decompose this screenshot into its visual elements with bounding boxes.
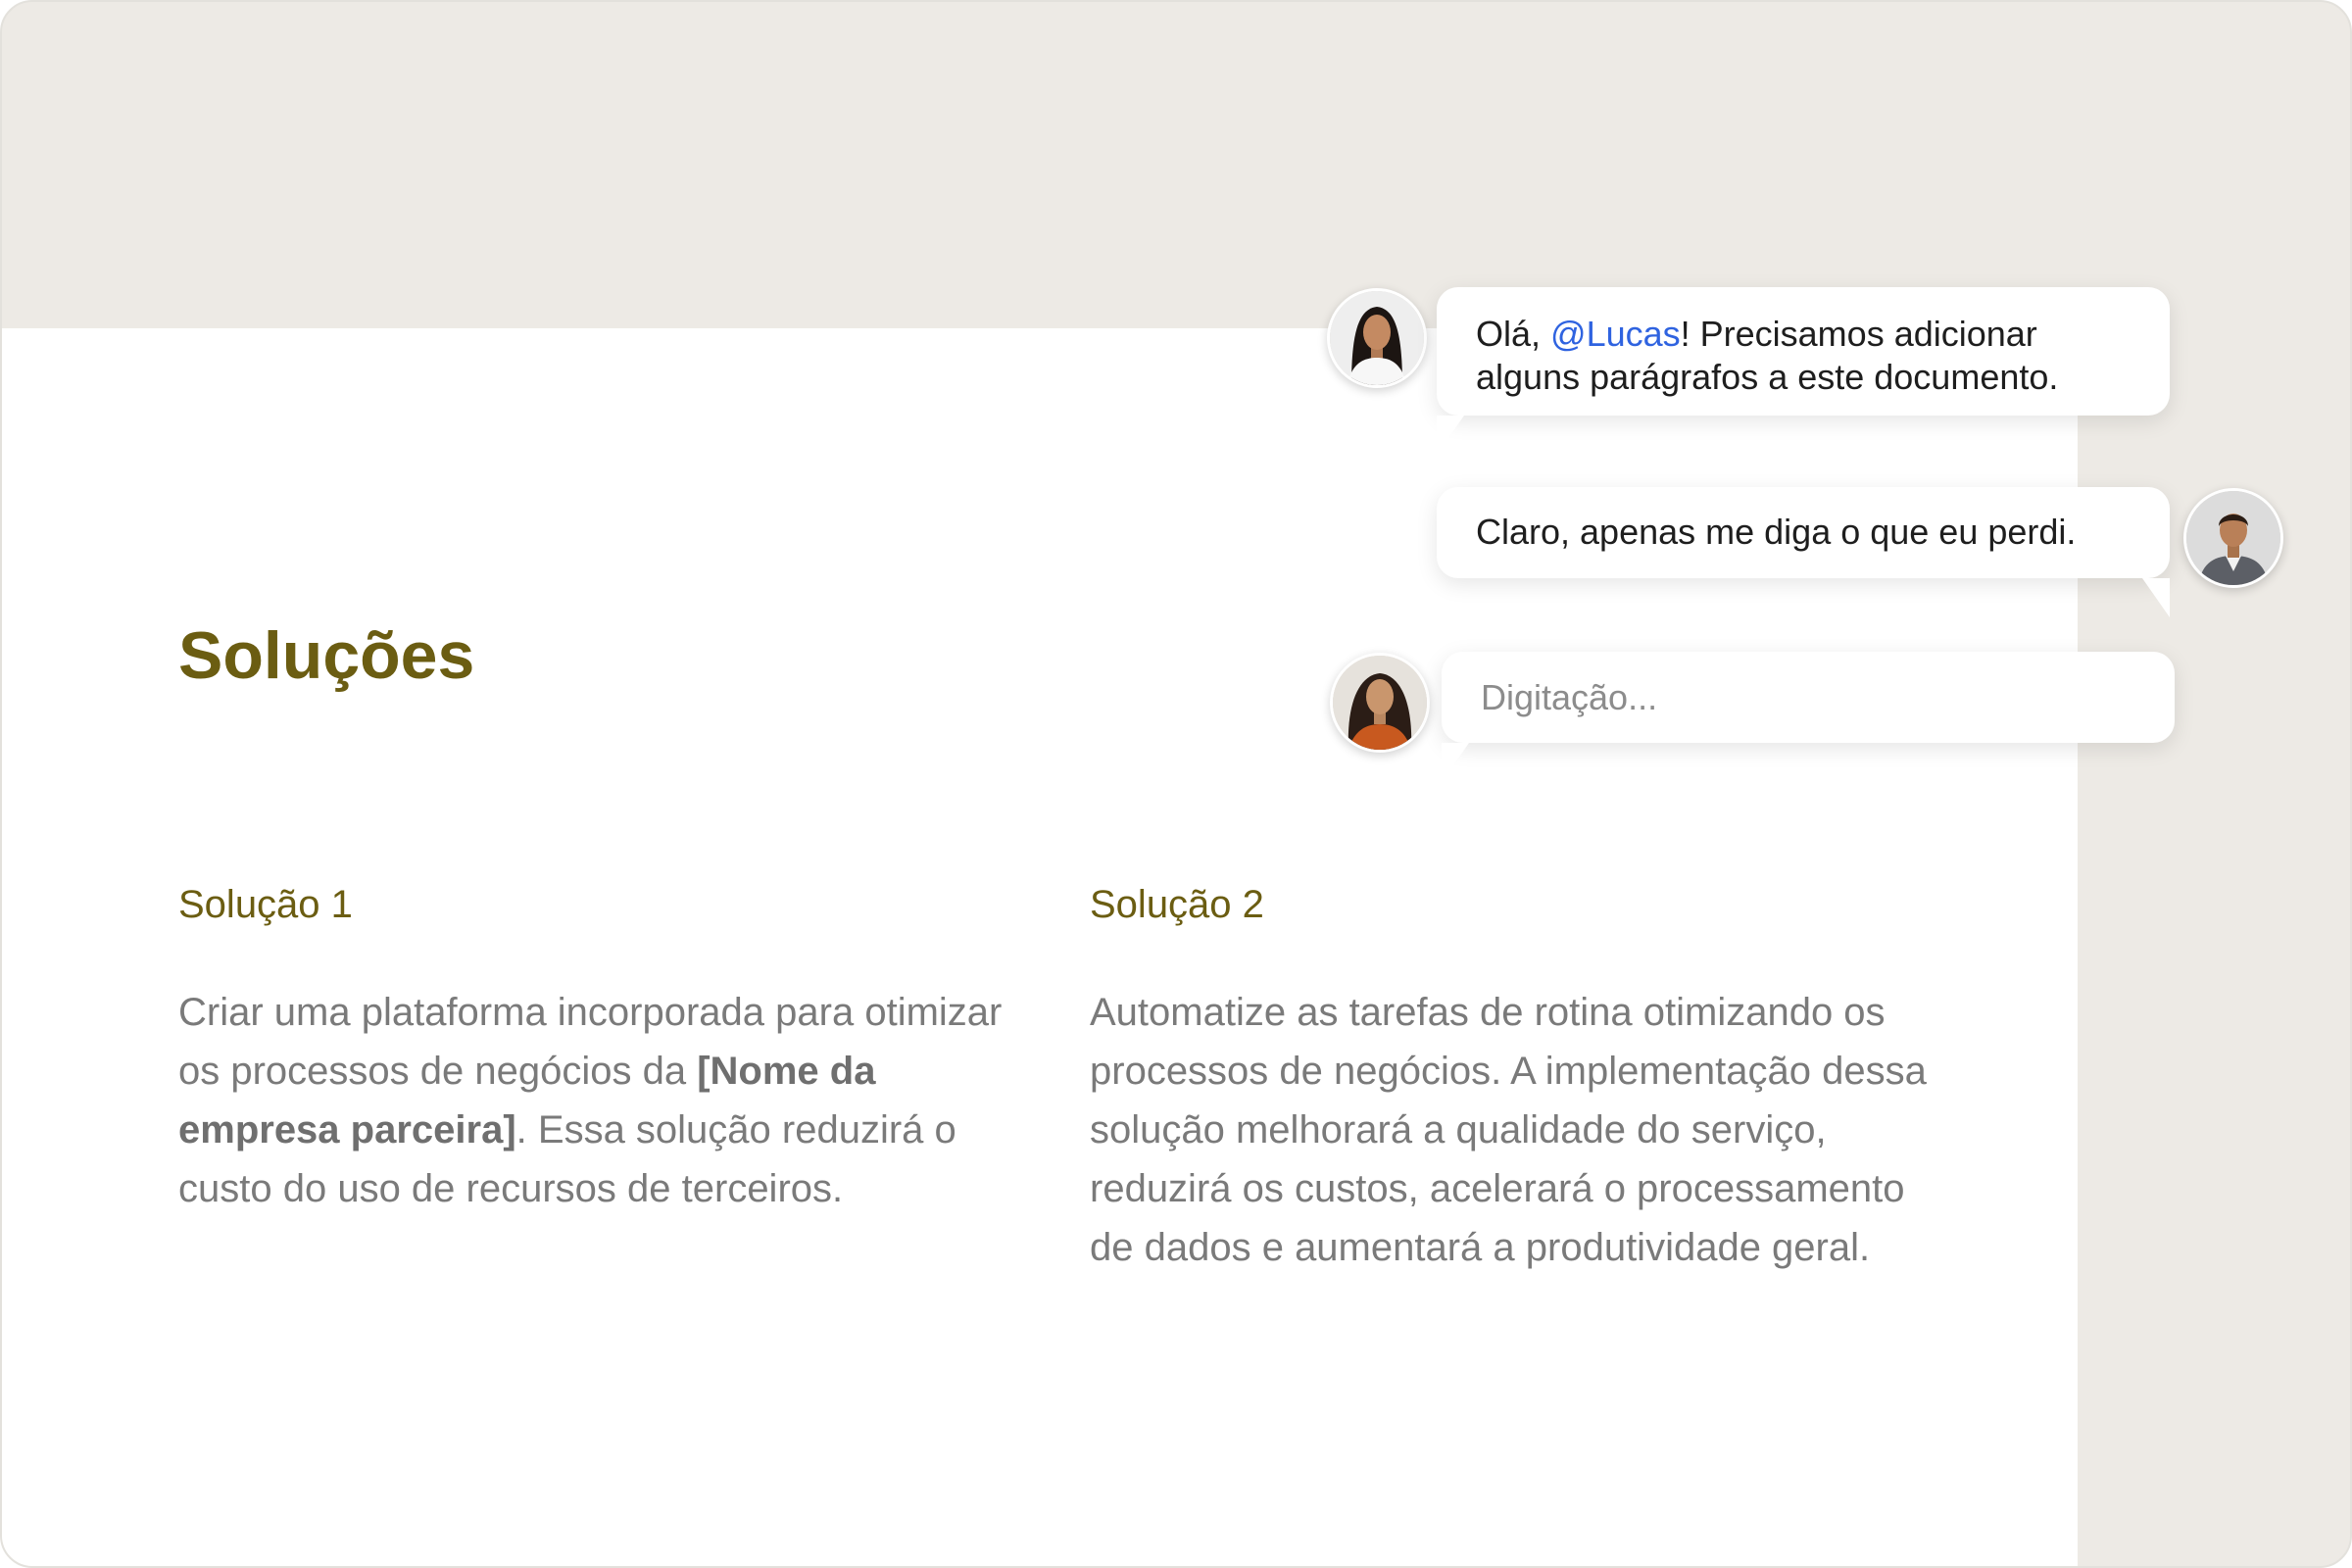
mention-link[interactable]: @Lucas	[1550, 314, 1681, 354]
bubble-tail	[2142, 578, 2170, 617]
chat-message-1-prefix: Olá,	[1476, 314, 1551, 354]
chat-input-bubble[interactable]	[1442, 652, 2175, 782]
solution-2-text: Automatize as tarefas de rotina otimizan…	[1090, 991, 1927, 1269]
woman-avatar-2[interactable]	[1330, 653, 1430, 753]
solution-1-column: Solução 1 Criar uma plataforma incorpora…	[178, 881, 1021, 1218]
solution-1-text-start: Criar uma plataforma incorporada para ot…	[178, 991, 1003, 1093]
woman-avatar-1[interactable]	[1327, 288, 1427, 388]
solution-1-text: Criar uma plataforma incorporada para ot…	[178, 983, 1021, 1218]
bubble-tail	[1442, 743, 1469, 782]
bubble-tail	[1437, 416, 1464, 455]
app-frame: Soluções Solução 1 Criar uma plataforma …	[0, 0, 2352, 1568]
man-avatar-icon	[2186, 491, 2280, 585]
man-avatar[interactable]	[2183, 488, 2283, 588]
chat-message-2: Claro, apenas me diga o que eu perdi.	[1437, 487, 2170, 617]
woman-avatar-2-icon	[1333, 656, 1427, 750]
solution-2-column: Solução 2 Automatize as tarefas de rotin…	[1090, 881, 1933, 1277]
page-title: Soluções	[178, 618, 475, 693]
woman-avatar-1-icon	[1330, 291, 1424, 385]
chat-message-1: Olá, @Lucas! Precisamos adicionar alguns…	[1437, 287, 2170, 455]
solution-2-heading: Solução 2	[1090, 883, 1264, 926]
chat-input[interactable]	[1481, 676, 2135, 718]
solution-1-heading: Solução 1	[178, 883, 353, 926]
chat-message-2-text: Claro, apenas me diga o que eu perdi.	[1476, 512, 2077, 552]
